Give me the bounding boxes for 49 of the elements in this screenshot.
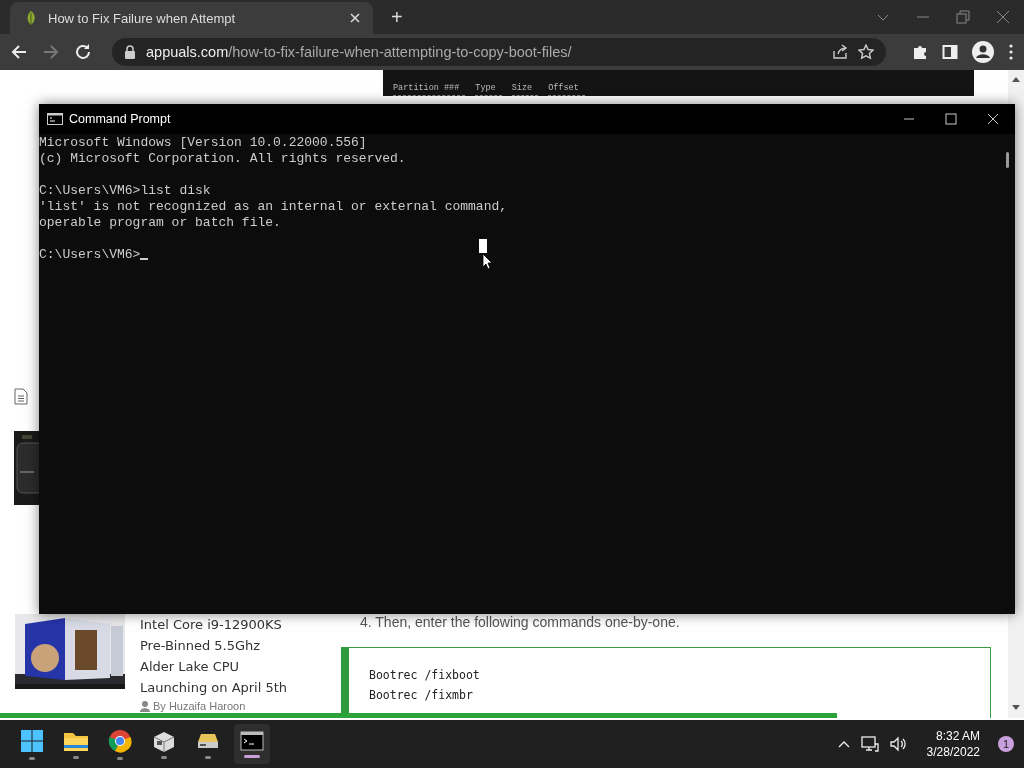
address-bar[interactable]: appuals.com/how-to-fix-failure-when-attempting-to-copy-boot-files/ bbox=[112, 38, 886, 66]
volume-icon[interactable] bbox=[888, 736, 907, 752]
package-icon[interactable] bbox=[151, 729, 177, 752]
article-link[interactable]: Intel Core i9-12900KS Pre-Binned 5.5Ghz Alder Lake CPU Launching on April 5th bbox=[140, 614, 292, 698]
console-line: operable program or batch file. bbox=[39, 215, 282, 231]
restore-icon[interactable] bbox=[956, 10, 970, 24]
puzzle-icon[interactable] bbox=[912, 44, 928, 60]
notification-badge[interactable]: 1 bbox=[998, 736, 1014, 752]
reload-icon[interactable] bbox=[74, 43, 92, 61]
back-icon[interactable] bbox=[10, 43, 28, 61]
scroll-up-icon[interactable] bbox=[1011, 75, 1021, 83]
scroll-down-icon[interactable] bbox=[1011, 704, 1021, 712]
network-icon[interactable] bbox=[860, 736, 879, 752]
side-panel-icon[interactable] bbox=[942, 44, 958, 60]
code-line: Bootrec /fixmbr bbox=[369, 688, 474, 702]
terminal-icon[interactable] bbox=[240, 730, 264, 751]
scrollbar-thumb[interactable] bbox=[1006, 152, 1009, 168]
column-header: Type bbox=[475, 83, 502, 96]
profile-icon[interactable] bbox=[972, 41, 994, 63]
column-header: Partition ### bbox=[393, 83, 466, 96]
console-line: Microsoft Windows [Version 10.0.22000.556] bbox=[39, 135, 368, 151]
taskbar-app[interactable] bbox=[234, 724, 270, 764]
new-tab-button[interactable]: + bbox=[387, 5, 407, 29]
windows-logo-icon[interactable] bbox=[20, 728, 44, 753]
share-icon[interactable] bbox=[832, 44, 848, 60]
console-line: C:\Users\VM6>list disk bbox=[39, 183, 212, 199]
maximize-icon[interactable] bbox=[945, 113, 957, 125]
console-icon bbox=[47, 113, 63, 125]
code-line: Bootrec /fixboot bbox=[369, 668, 481, 682]
step-text: 4. Then, enter the following commands one-by-one. bbox=[360, 614, 680, 632]
lock-icon bbox=[124, 45, 136, 59]
clock[interactable]: 8:32 AM 3/28/2022 bbox=[926, 728, 980, 760]
menu-icon[interactable] bbox=[1008, 44, 1014, 60]
forward-icon[interactable] bbox=[42, 43, 60, 61]
column-header: Offset bbox=[548, 83, 585, 96]
person-icon bbox=[140, 700, 150, 712]
star-icon[interactable] bbox=[858, 44, 874, 60]
author-name: By Huzaifa Haroon bbox=[153, 700, 246, 712]
console-line: (c) Microsoft Corporation. All rights reserved. bbox=[39, 151, 407, 167]
browser-tab[interactable]: How to Fix Failure when Attempt bbox=[10, 2, 373, 34]
document-icon[interactable] bbox=[14, 388, 28, 405]
column-header: Size bbox=[511, 83, 539, 96]
console-prompt: C:\Users\VM6> bbox=[39, 247, 141, 262]
mouse-pointer-icon bbox=[478, 239, 492, 269]
window-title: Command Prompt bbox=[69, 112, 171, 126]
console-line: 'list' is not recognized as an internal or external command, bbox=[39, 199, 509, 215]
browser-logo-icon[interactable] bbox=[108, 728, 132, 753]
text-cursor-icon bbox=[140, 258, 149, 260]
close-icon[interactable] bbox=[987, 113, 999, 125]
